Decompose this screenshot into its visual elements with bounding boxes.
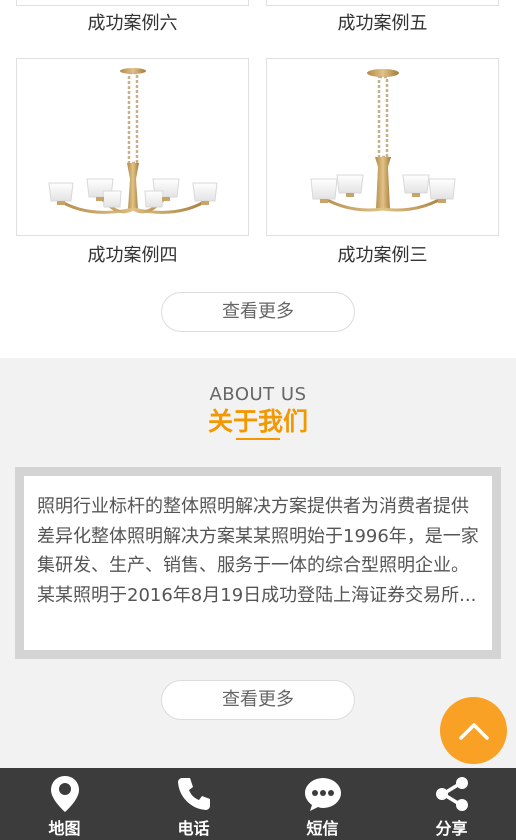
- case-title[interactable]: 成功案例四: [16, 244, 249, 268]
- case-image[interactable]: [16, 58, 249, 236]
- case-title[interactable]: 成功案例三: [266, 244, 499, 268]
- about-section: ABOUT US 关于我们 照明行业标杆的整体照明解决方案提供者为消费者提供差异…: [0, 358, 516, 768]
- case-card[interactable]: 成功案例四: [16, 58, 249, 268]
- case-card[interactable]: 成功案例三: [266, 58, 499, 268]
- share-icon: [432, 774, 472, 814]
- case-image[interactable]: [16, 0, 249, 6]
- case-image[interactable]: [266, 58, 499, 236]
- case-card[interactable]: 成功案例五: [266, 0, 499, 36]
- footer-item-map[interactable]: 地图: [0, 768, 129, 840]
- chandelier-image: [48, 68, 218, 214]
- chevron-up-icon: [458, 722, 489, 740]
- about-more-button[interactable]: 查看更多: [161, 680, 355, 720]
- back-to-top-button[interactable]: [440, 697, 507, 764]
- case-image[interactable]: [266, 0, 499, 6]
- chandelier-image: [310, 69, 456, 212]
- about-title-underline: [236, 438, 280, 440]
- cases-section: 成功案例六 成功案例五 成功案例四 成功案例三 查看更多: [0, 0, 516, 358]
- sms-icon: [303, 774, 343, 814]
- case-card[interactable]: 成功案例六: [16, 0, 249, 36]
- case-title[interactable]: 成功案例六: [16, 12, 249, 36]
- footer-item-share[interactable]: 分享: [387, 768, 516, 840]
- footer-label-sms: 短信: [306, 819, 339, 838]
- footer-label-share: 分享: [435, 819, 468, 838]
- about-title-cn: 关于我们: [207, 407, 308, 436]
- footer-nav: 地图 电话 短信 分享: [0, 768, 516, 840]
- footer-label-map: 地图: [48, 819, 81, 838]
- phone-icon: [174, 774, 214, 814]
- case-title[interactable]: 成功案例五: [266, 12, 499, 36]
- map-pin-icon: [45, 774, 85, 814]
- footer-item-sms[interactable]: 短信: [258, 768, 387, 840]
- cases-more-button[interactable]: 查看更多: [161, 292, 355, 332]
- about-description: 照明行业标杆的整体照明解决方案提供者为消费者提供差异化整体照明解决方案某某照明始…: [15, 467, 501, 659]
- footer-item-phone[interactable]: 电话: [129, 768, 258, 840]
- footer-label-phone: 电话: [177, 819, 210, 838]
